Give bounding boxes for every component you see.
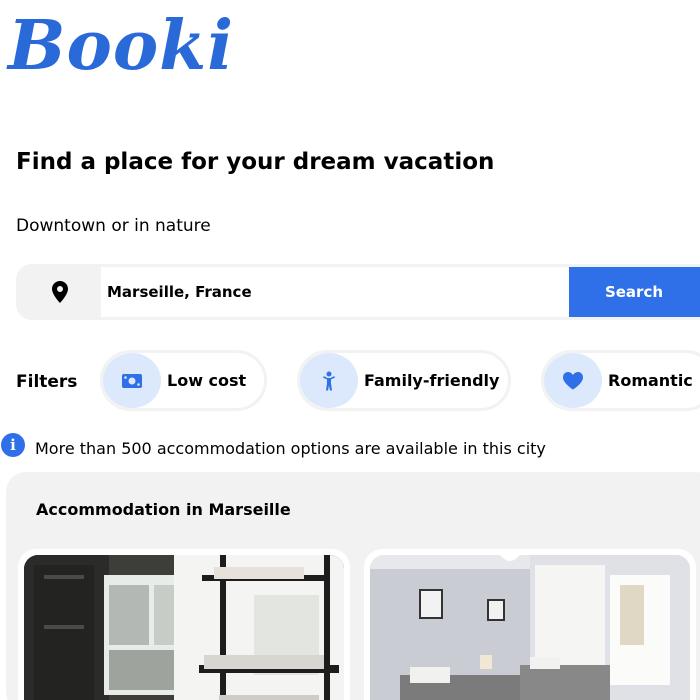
info-message: More than 500 accommodation options are …: [35, 439, 546, 458]
filter-label: Family-friendly: [364, 371, 500, 390]
money-icon: [103, 353, 161, 408]
filters-label: Filters: [16, 372, 78, 392]
filter-romantic[interactable]: Romantic: [541, 350, 700, 411]
search-input[interactable]: [107, 267, 567, 317]
filter-label: Low cost: [167, 371, 247, 390]
filter-low-cost[interactable]: Low cost: [100, 350, 267, 411]
page-subtitle: Downtown or in nature: [16, 216, 211, 236]
child-icon: [300, 353, 358, 408]
page-title: Find a place for your dream vacation: [16, 149, 495, 175]
heart-icon: [544, 353, 602, 408]
filter-label: Romantic: [608, 371, 693, 390]
map-pin-icon: [19, 267, 101, 317]
booki-logo[interactable]: Booki: [8, 6, 234, 86]
hostel-dorm-photo: [24, 555, 344, 700]
accommodation-card[interactable]: [18, 549, 350, 700]
accommodation-section: Accommodation in Marseille: [6, 472, 700, 700]
search-button[interactable]: Search: [569, 267, 700, 317]
info-icon: i: [1, 433, 25, 457]
bedroom-photo: [370, 555, 690, 700]
search-bar: Search: [16, 264, 700, 320]
section-title: Accommodation in Marseille: [36, 500, 291, 519]
filter-family-friendly[interactable]: Family-friendly: [297, 350, 511, 411]
accommodation-card[interactable]: [364, 549, 696, 700]
